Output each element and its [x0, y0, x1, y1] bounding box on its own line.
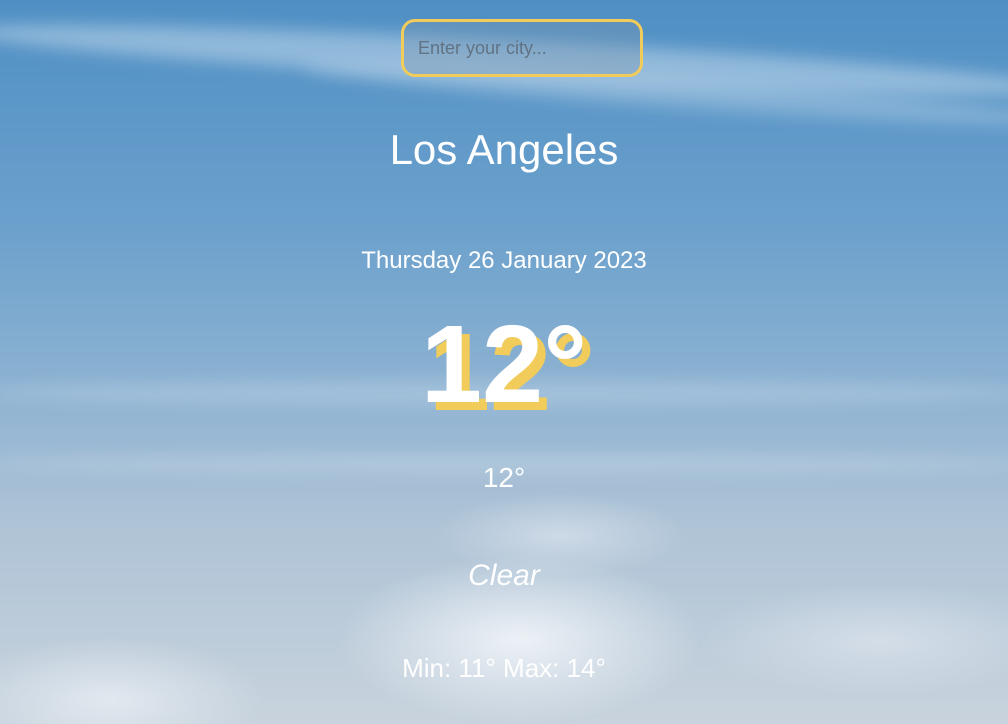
weather-condition: Clear [468, 559, 540, 592]
city-name: Los Angeles [389, 126, 619, 173]
current-temperature: 12° [420, 303, 588, 426]
city-search-input[interactable] [401, 19, 643, 77]
current-date: Thursday 26 January 2023 [361, 247, 647, 274]
min-max-temperature: Min: 11° Max: 14° [402, 653, 606, 683]
feels-like-temperature: 12° [482, 462, 526, 493]
